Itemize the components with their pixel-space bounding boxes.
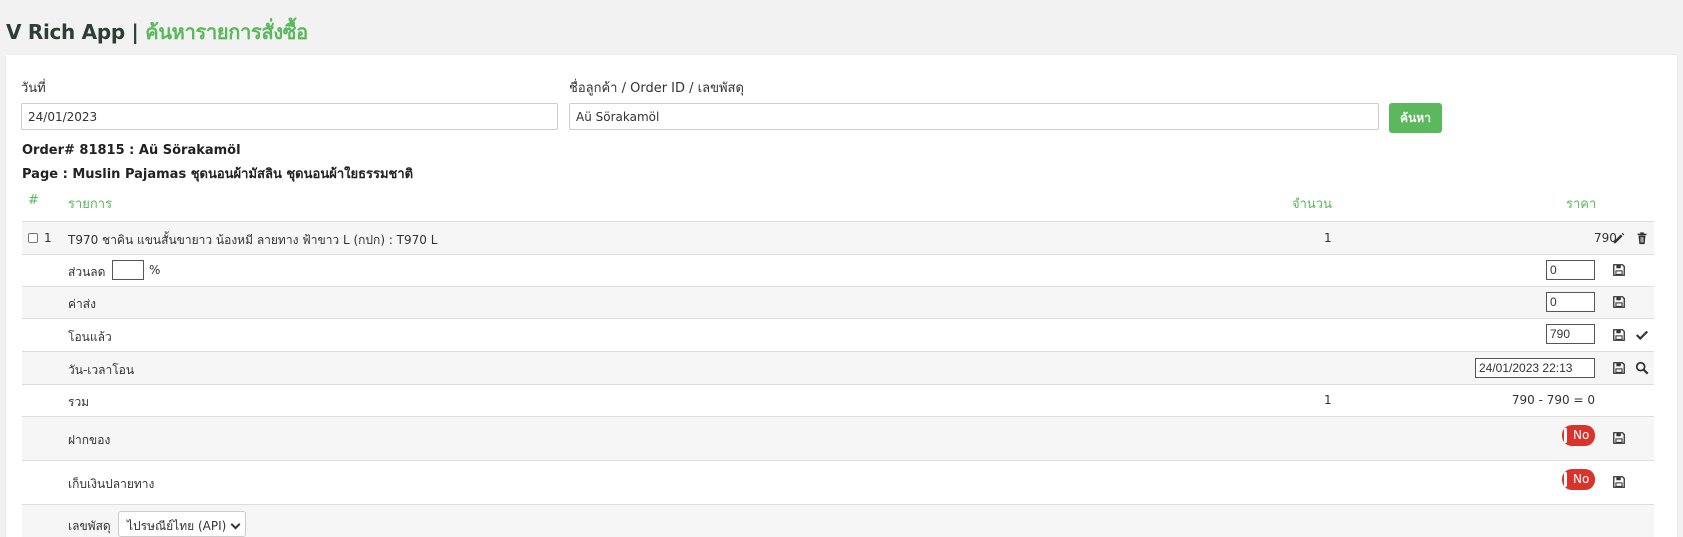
title-separator: | — [131, 20, 139, 44]
deposit-toggle[interactable]: No — [1562, 425, 1595, 446]
discount-label: ส่วนลด — [68, 265, 106, 279]
customer-search-input[interactable] — [569, 103, 1379, 130]
shipping-row: ค่าส่ง — [22, 286, 1654, 318]
total-qty: 1 — [1324, 393, 1332, 407]
save-icon[interactable] — [1612, 328, 1626, 342]
transfer-time-row: วัน-เวลาโอน — [22, 351, 1654, 384]
col-header-item: รายการ — [68, 197, 113, 212]
transfer-time-label: วัน-เวลาโอน — [68, 363, 135, 377]
save-icon[interactable] — [1612, 475, 1626, 489]
transfer-time-input[interactable] — [1475, 358, 1595, 378]
discount-row: ส่วนลด % — [22, 254, 1654, 286]
deposit-row: ฝากของ No — [22, 416, 1654, 460]
transferred-amount-input[interactable] — [1546, 324, 1595, 344]
total-value: 790 - 790 = 0 — [1511, 393, 1595, 407]
col-header-price: ราคา — [1566, 197, 1597, 212]
shipping-label: ค่าส่ง — [68, 297, 96, 311]
cod-toggle[interactable]: No — [1562, 469, 1595, 490]
save-icon[interactable] — [1612, 295, 1626, 309]
date-label: วันที่ — [21, 81, 46, 96]
cod-label: เก็บเงินปลายทาง — [68, 477, 155, 491]
customer-label: ชื่อลูกค้า / Order ID / เลขพัสดุ — [569, 81, 744, 96]
search-icon[interactable] — [1635, 361, 1649, 375]
carrier-select[interactable]: ไปรษณีย์ไทย (API) — [118, 511, 246, 537]
order-page-line: Page : Muslin Pajamas ชุดนอนผ้ามัสลิน ชุ… — [22, 167, 414, 182]
page-title: ค้นหารายการสั่งซื้อ — [145, 20, 308, 44]
transferred-label: โอนแล้ว — [68, 330, 112, 344]
item-qty: 1 — [1324, 231, 1332, 245]
col-header-index: # — [28, 193, 39, 208]
app-header: V Rich App | ค้นหารายการสั่งซื้อ — [6, 16, 308, 48]
transferred-row: โอนแล้ว — [22, 318, 1654, 351]
tracking-row: เลขพัสดุ ไปรษณีย์ไทย (API) — [22, 504, 1654, 537]
total-label: รวม — [68, 395, 90, 409]
tracking-label: เลขพัสดุ — [68, 519, 111, 533]
item-name: T970 ชาคิน แขนสั้นขายาว น้องหมี ลายทาง ฟ… — [68, 233, 438, 247]
table-row: 1 T970 ชาคิน แขนสั้นขายาว น้องหมี ลายทาง… — [22, 221, 1654, 254]
app-name: V Rich App — [6, 20, 125, 44]
col-header-qty: จำนวน — [1292, 197, 1332, 212]
save-icon[interactable] — [1612, 431, 1626, 445]
save-icon[interactable] — [1612, 361, 1626, 375]
shipping-amount-input[interactable] — [1546, 292, 1595, 312]
save-icon[interactable] — [1612, 263, 1626, 277]
carrier-selected-value: ไปรษณีย์ไทย (API) — [127, 519, 227, 533]
search-button[interactable]: ค้นหา — [1389, 103, 1442, 133]
total-row: รวม 1 790 - 790 = 0 — [22, 384, 1654, 416]
discount-amount-input[interactable] — [1546, 260, 1595, 280]
date-input[interactable] — [21, 103, 558, 130]
cod-row: เก็บเงินปลายทาง No — [22, 460, 1654, 504]
discount-percent-input[interactable] — [112, 260, 144, 280]
item-index: 1 — [44, 231, 52, 245]
check-icon[interactable] — [1635, 328, 1649, 342]
chevron-down-icon — [230, 519, 241, 530]
deposit-label: ฝากของ — [68, 433, 111, 447]
item-checkbox[interactable] — [28, 233, 38, 243]
edit-icon[interactable] — [1612, 231, 1626, 245]
order-id-line: Order# 81815 : Aü Sörakamöl — [22, 143, 241, 158]
percent-sign: % — [149, 263, 161, 277]
trash-icon[interactable] — [1635, 231, 1649, 245]
